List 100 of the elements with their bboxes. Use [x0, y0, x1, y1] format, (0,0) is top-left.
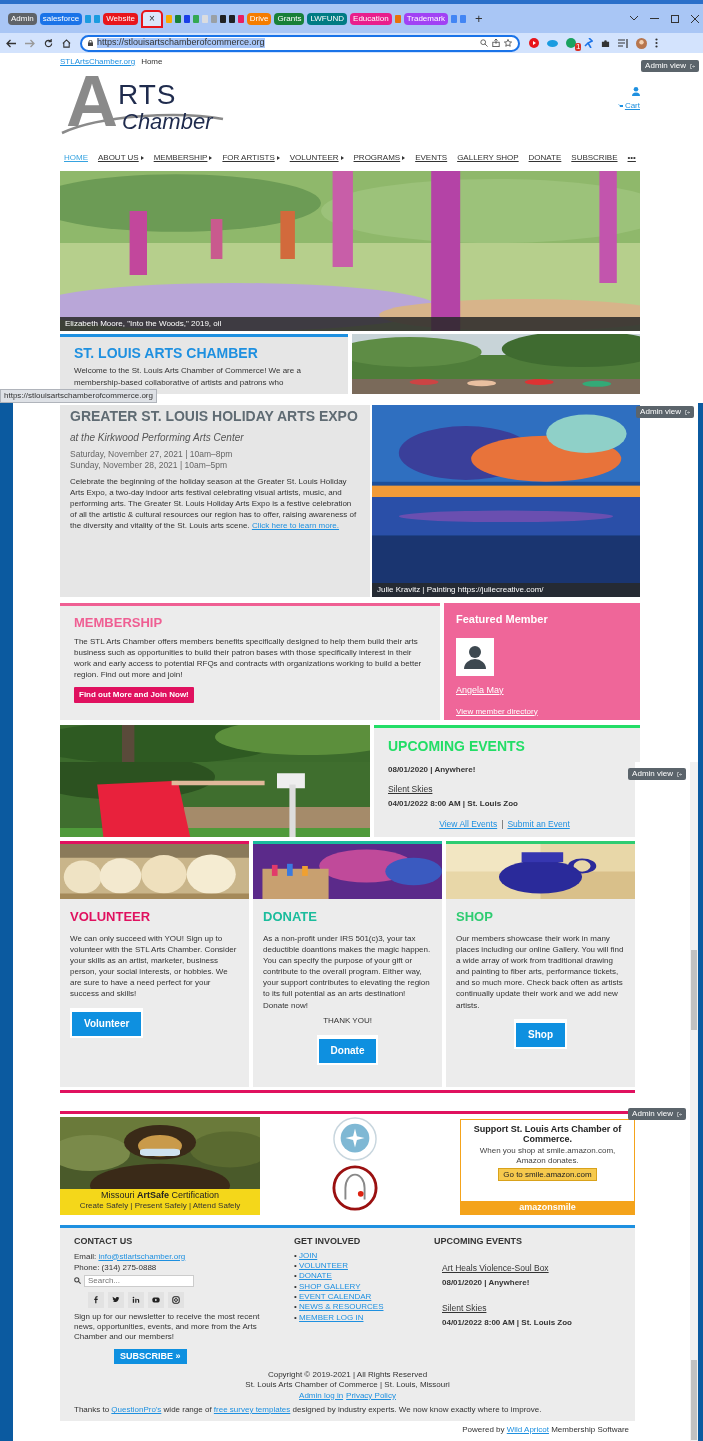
- admin-view-button[interactable]: Admin view: [628, 768, 686, 780]
- nav-link[interactable]: FOR ARTISTS: [222, 153, 280, 162]
- bullet: •: [294, 1292, 298, 1302]
- tab-group[interactable]: Website: [103, 12, 138, 25]
- close-tab-button[interactable]: ×: [140, 9, 163, 28]
- tab-group[interactable]: Grants: [274, 12, 305, 25]
- social-icon[interactable]: [132, 1295, 140, 1304]
- nav-link[interactable]: VOLUNTEER: [289, 153, 344, 162]
- legal-link[interactable]: Admin log in: [299, 1390, 344, 1400]
- footer-link[interactable]: EVENT CALENDAR: [299, 1292, 372, 1302]
- join-button[interactable]: Find out More and Join Now!: [74, 687, 194, 704]
- tab-group[interactable]: Drive: [246, 12, 272, 25]
- breadcrumb-current: Home: [141, 57, 163, 67]
- amazon-brand: amazonsmile: [461, 1201, 634, 1214]
- footer-link[interactable]: JOIN: [299, 1250, 318, 1260]
- breadcrumb-link[interactable]: STLArtsChamber.org: [60, 57, 136, 67]
- thanks-text: Thanks to QuestionPro's wide range of free survey templates designed by industry experts. We now know exactly where to improve.: [74, 1404, 543, 1417]
- amazon-button[interactable]: Go to smile.amazon.com: [498, 1167, 597, 1182]
- favicon-icon[interactable]: [219, 14, 226, 23]
- nav-link[interactable]: GALLERY SHOP: [457, 153, 519, 162]
- scrollbar[interactable]: [690, 762, 698, 1105]
- nav-link[interactable]: ABOUT US: [97, 153, 144, 162]
- play-icon[interactable]: [529, 38, 539, 48]
- address-bar[interactable]: https://stlouisartschamberofcommerce.org: [80, 34, 520, 52]
- maximize-icon[interactable]: [671, 14, 679, 23]
- nav-link[interactable]: SUBSCRIBE: [571, 153, 618, 162]
- runner-icon[interactable]: [584, 38, 593, 48]
- nav-link[interactable]: PROGRAMS: [353, 153, 406, 162]
- social-icon[interactable]: [112, 1295, 120, 1304]
- reload-icon[interactable]: [44, 38, 53, 48]
- round-icon[interactable]: [566, 38, 576, 48]
- social-icon[interactable]: [92, 1295, 100, 1304]
- forward-icon[interactable]: [25, 38, 35, 48]
- text-link[interactable]: Wild Apricot: [506, 1425, 549, 1435]
- more-icon[interactable]: [655, 38, 658, 48]
- social-icon[interactable]: [172, 1295, 180, 1304]
- submit-event-link[interactable]: Submit an Event: [507, 817, 570, 831]
- phone-text: Phone: (314) 275-0888: [74, 1261, 158, 1273]
- feature-button[interactable]: Volunteer: [72, 1011, 142, 1036]
- feature-text: As a non-profit under IRS 501(c)3, your tax deductible doantions makes the magic happen. You can specify the purpose of your gift or contribute to the overall program. Either way, your support contributes to elevating the region to its full potential as an arts destination! Donate now!: [263, 932, 432, 1011]
- home-icon[interactable]: [62, 38, 71, 48]
- feature-button[interactable]: Shop: [516, 1022, 565, 1047]
- learn-more-link[interactable]: Click here to learn more.: [251, 521, 340, 531]
- all-events-link[interactable]: View All Events: [439, 817, 498, 831]
- list-icon[interactable]: [618, 38, 628, 48]
- search-field[interactable]: Search...: [84, 1274, 194, 1287]
- admin-view-button[interactable]: Admin view: [628, 1108, 686, 1120]
- caret-icon: [340, 155, 344, 160]
- footer-heading: UPCOMING EVENTS: [434, 1235, 523, 1248]
- chevron-down-icon[interactable]: [630, 16, 638, 21]
- nav-link[interactable]: MEMBERSHIP: [153, 153, 213, 162]
- member-directory-link[interactable]: View member directory: [456, 705, 538, 718]
- zoom-icon[interactable]: [480, 39, 488, 47]
- legal-link[interactable]: Privacy Policy: [346, 1390, 396, 1400]
- cloud-icon[interactable]: [547, 39, 558, 47]
- footer-heading: GET INVOLVED: [294, 1235, 362, 1248]
- close-icon[interactable]: [691, 14, 699, 23]
- new-tab-button[interactable]: +: [469, 12, 489, 25]
- social-icon[interactable]: [152, 1295, 160, 1304]
- event-link[interactable]: Art Heals Violence-Soul Box: [442, 1262, 549, 1273]
- event-link[interactable]: Silent Skies: [442, 1302, 487, 1314]
- tab-group[interactable]: Admin: [8, 12, 37, 25]
- admin-view-button[interactable]: Admin view: [641, 60, 699, 72]
- caret-icon: [209, 155, 213, 160]
- footer-link[interactable]: VOLUNTEER: [299, 1260, 348, 1270]
- footer-link[interactable]: SHOP GALLERY: [299, 1281, 361, 1291]
- favicon-icon[interactable]: [183, 14, 190, 23]
- text-link[interactable]: free survey templates: [213, 1405, 291, 1415]
- event-link[interactable]: Silent Skies: [388, 784, 433, 795]
- footer-link[interactable]: DONATE: [299, 1271, 332, 1281]
- email-link[interactable]: info@stlartschamber.org: [98, 1251, 186, 1261]
- nav-link[interactable]: EVENTS: [415, 153, 448, 162]
- person-icon[interactable]: [632, 86, 640, 96]
- footer-link[interactable]: MEMBER LOG IN: [299, 1312, 364, 1322]
- logo-initial: A: [66, 64, 118, 137]
- cart-link[interactable]: Cart: [624, 99, 640, 112]
- membership-text: The STL Arts Chamber offers members benefits specifically designed to help them build their arts business such as opportunities to build their patron bases with those specifically interest in their work and early access to potential RFQs and contracts with organizations working to build a better region. Find out more and join!: [74, 635, 423, 681]
- event-date: Sunday, November 28, 2021 | 10am–5pm: [70, 460, 229, 472]
- favicon-icon[interactable]: [228, 14, 235, 23]
- copyright-text: Copyright © 2019-2021 | All Rights Reserved: [266, 1369, 429, 1381]
- tab-group[interactable]: salesforce: [39, 12, 83, 25]
- scrollbar[interactable]: [690, 1105, 698, 1441]
- nav-link[interactable]: HOME: [64, 153, 88, 162]
- nav-link[interactable]: •••: [627, 153, 636, 162]
- avatar-icon[interactable]: [636, 37, 647, 49]
- tab-group[interactable]: LWFUND: [307, 12, 348, 25]
- feature-button[interactable]: Donate: [318, 1038, 377, 1063]
- text-link[interactable]: QuestionPro's: [111, 1405, 162, 1415]
- footer-link[interactable]: NEWS & RESOURCES: [299, 1302, 384, 1312]
- tab-group[interactable]: Trademark: [403, 12, 449, 25]
- admin-view-button[interactable]: Admin view: [636, 406, 694, 418]
- star-icon[interactable]: [504, 39, 512, 47]
- bullet: •: [294, 1281, 298, 1291]
- share-icon[interactable]: [492, 39, 500, 47]
- subscribe-button[interactable]: SUBSCRIBE »: [114, 1348, 187, 1364]
- tab-group[interactable]: Education: [350, 12, 392, 25]
- back-icon[interactable]: [6, 38, 16, 48]
- member-name-link[interactable]: Angela May: [456, 683, 504, 697]
- footer-heading: CONTACT US: [74, 1235, 134, 1248]
- nav-link[interactable]: DONATE: [528, 153, 562, 162]
